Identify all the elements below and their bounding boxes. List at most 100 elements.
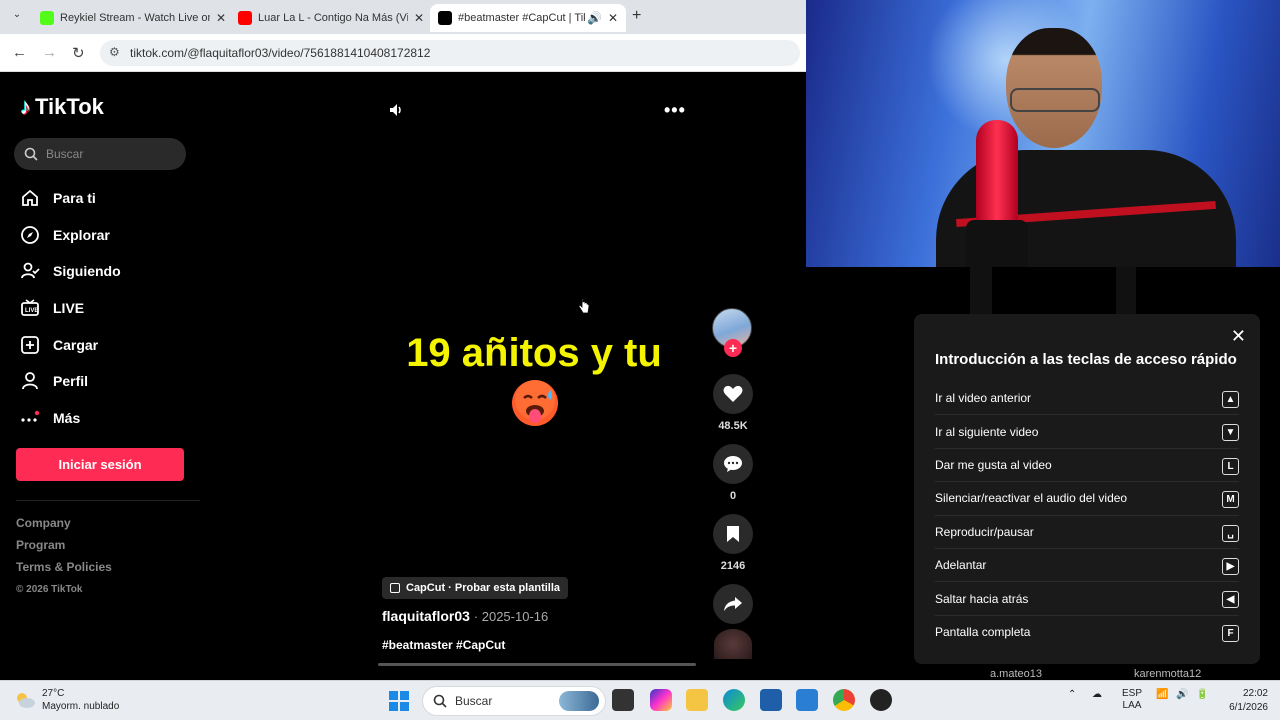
shortcut-label: Dar me gusta al video — [935, 457, 1052, 472]
shortcuts-panel: ✕ Introducción a las teclas de acceso rá… — [914, 314, 1260, 664]
audio-icon[interactable]: 🔊 — [587, 11, 602, 25]
forward-icon[interactable]: → — [42, 44, 57, 61]
copilot-icon[interactable] — [650, 689, 672, 711]
language-indicator[interactable]: ESP LAA — [1122, 688, 1142, 712]
nav-siguiendo[interactable]: Siguiendo — [18, 253, 121, 290]
nav-label: Explorar — [53, 226, 110, 243]
weather-cloud-icon — [17, 693, 35, 708]
nav-cargar[interactable]: Cargar — [18, 326, 121, 363]
tiktok-sidebar: ♪ TikTok Para ti Explorar Siguiendo LIVE… — [0, 72, 202, 680]
nav-para-ti[interactable]: Para ti — [18, 180, 121, 217]
heart-icon[interactable] — [713, 374, 753, 414]
key-down-icon: ▼ — [1222, 424, 1239, 442]
close-icon[interactable]: ✕ — [414, 11, 424, 25]
store-icon[interactable] — [760, 689, 782, 711]
tray-chevron-icon[interactable]: ⌃ — [1068, 689, 1076, 700]
nav-label: Más — [53, 409, 81, 426]
new-tab-button[interactable]: + — [632, 7, 641, 25]
bookmark-icon[interactable] — [713, 514, 753, 554]
overlay-username: karenmotta12 — [1134, 668, 1202, 680]
tiktok-logo[interactable]: ♪ TikTok — [20, 94, 104, 120]
follow-plus-icon[interactable]: + — [724, 339, 742, 357]
hashtags[interactable]: #beatmaster #CapCut — [382, 638, 505, 652]
taskbar-search[interactable]: Buscar — [422, 686, 606, 716]
nav-label: Perfil — [53, 373, 89, 390]
search-box[interactable] — [14, 138, 186, 170]
close-icon[interactable]: ✕ — [216, 11, 226, 25]
nav-mas[interactable]: Más — [18, 400, 121, 437]
tab-search-icon[interactable]: ⌄ — [8, 9, 26, 25]
back-icon[interactable]: ← — [12, 44, 27, 61]
video-author[interactable]: flaquitaflor03 · 2025-10-16 — [382, 608, 548, 624]
volume-icon[interactable] — [388, 102, 404, 123]
search-icon — [433, 694, 447, 708]
url-field[interactable]: ⚙ tiktok.com/@flaquitaflor03/video/75618… — [100, 40, 800, 66]
search-input[interactable] — [46, 147, 176, 161]
like-action[interactable]: 48.5K — [712, 374, 754, 432]
footer-terms[interactable]: Terms & Policies — [16, 560, 112, 582]
outlook-icon[interactable] — [796, 689, 818, 711]
comment-action[interactable]: 0 — [712, 444, 754, 502]
tab-youtube[interactable]: Luar La L - Contigo Na Más (Vi ✕ — [230, 4, 432, 32]
author-avatar[interactable]: + — [712, 308, 752, 357]
browser-tabbar: ⌄ Reykiel Stream - Watch Live on ✕ Luar … — [0, 0, 806, 34]
shortcut-row: Dar me gusta al video L — [935, 449, 1239, 483]
shortcut-row: Saltar hacia atrás ◀ — [935, 582, 1239, 616]
tab-title: #beatmaster #CapCut | Tik — [458, 12, 585, 24]
battery-icon[interactable]: 🔋 — [1196, 689, 1208, 700]
shortcut-label: Pantalla completa — [935, 625, 1031, 640]
onedrive-icon[interactable]: ☁ — [1092, 689, 1102, 700]
close-icon[interactable]: ✕ — [1231, 326, 1246, 347]
speaker-icon[interactable]: 🔊 — [1176, 689, 1188, 700]
capcut-label: CapCut · Probar esta plantilla — [406, 582, 561, 594]
obs-icon[interactable] — [870, 689, 892, 711]
tiktok-note-icon: ♪ — [20, 94, 31, 119]
footer-program[interactable]: Program — [16, 538, 112, 560]
close-icon[interactable]: ✕ — [608, 11, 618, 25]
video-area: ••• 19 añitos y tu CapCut · Probar esta … — [202, 72, 806, 680]
weather-widget[interactable]: 27°C Mayorm. nublado — [14, 687, 119, 713]
share-icon[interactable] — [713, 584, 753, 624]
shortcut-row: Ir al siguiente video ▼ — [935, 415, 1239, 449]
tab-kick[interactable]: Reykiel Stream - Watch Live on ✕ — [32, 4, 234, 32]
video-progress-bar[interactable] — [378, 663, 696, 666]
lang-layout: LAA — [1122, 700, 1142, 711]
search-highlight-icon — [559, 691, 599, 711]
nav-perfil[interactable]: Perfil — [18, 363, 121, 400]
video-caption: 19 añitos y tu — [406, 331, 662, 375]
comment-icon[interactable] — [713, 444, 753, 484]
key-right-icon: ▶ — [1222, 557, 1239, 575]
tab-tiktok[interactable]: #beatmaster #CapCut | Tik 🔊 ✕ — [430, 4, 626, 32]
task-view-icon[interactable] — [612, 689, 634, 711]
shortcut-row: Adelantar ▶ — [935, 549, 1239, 583]
windows-start-icon[interactable] — [389, 691, 409, 711]
file-explorer-icon[interactable] — [686, 689, 708, 711]
reload-icon[interactable]: ↻ — [72, 44, 85, 62]
glasses — [1010, 88, 1100, 112]
login-button[interactable]: Iniciar sesión — [16, 448, 184, 481]
save-action[interactable]: 2146 — [712, 514, 754, 572]
footer-company[interactable]: Company — [16, 516, 112, 538]
site-info-icon[interactable]: ⚙ — [109, 45, 120, 59]
nav-explorar[interactable]: Explorar — [18, 217, 121, 254]
overlay-username: a.mateo13 — [990, 668, 1042, 680]
nav-live[interactable]: LIVE LIVE — [18, 290, 121, 327]
post-date: · 2025-10-16 — [473, 609, 549, 624]
shortcut-row: Silenciar/reactivar el audio del video M — [935, 482, 1239, 516]
taskbar-search-label: Buscar — [455, 694, 493, 708]
key-f-icon: F — [1222, 624, 1239, 642]
kick-icon — [40, 11, 54, 25]
shortcut-label: Ir al video anterior — [935, 391, 1032, 406]
nav-label: Siguiendo — [53, 263, 121, 280]
capcut-template-button[interactable]: CapCut · Probar esta plantilla — [382, 577, 569, 599]
address-bar: ← → ↻ ⚙ tiktok.com/@flaquitaflor03/video… — [0, 34, 806, 72]
edge-icon[interactable] — [723, 689, 745, 711]
wifi-icon[interactable]: 📶 — [1156, 689, 1168, 700]
temperature: 27°C — [42, 688, 65, 699]
author-name[interactable]: flaquitaflor03 — [382, 608, 470, 624]
chrome-icon[interactable] — [833, 689, 855, 711]
clock[interactable]: 22:02 6/1/2026 — [1218, 687, 1268, 715]
music-disc-icon[interactable] — [714, 629, 752, 659]
hand-cursor-icon — [578, 298, 590, 314]
more-options-icon[interactable]: ••• — [664, 100, 686, 121]
